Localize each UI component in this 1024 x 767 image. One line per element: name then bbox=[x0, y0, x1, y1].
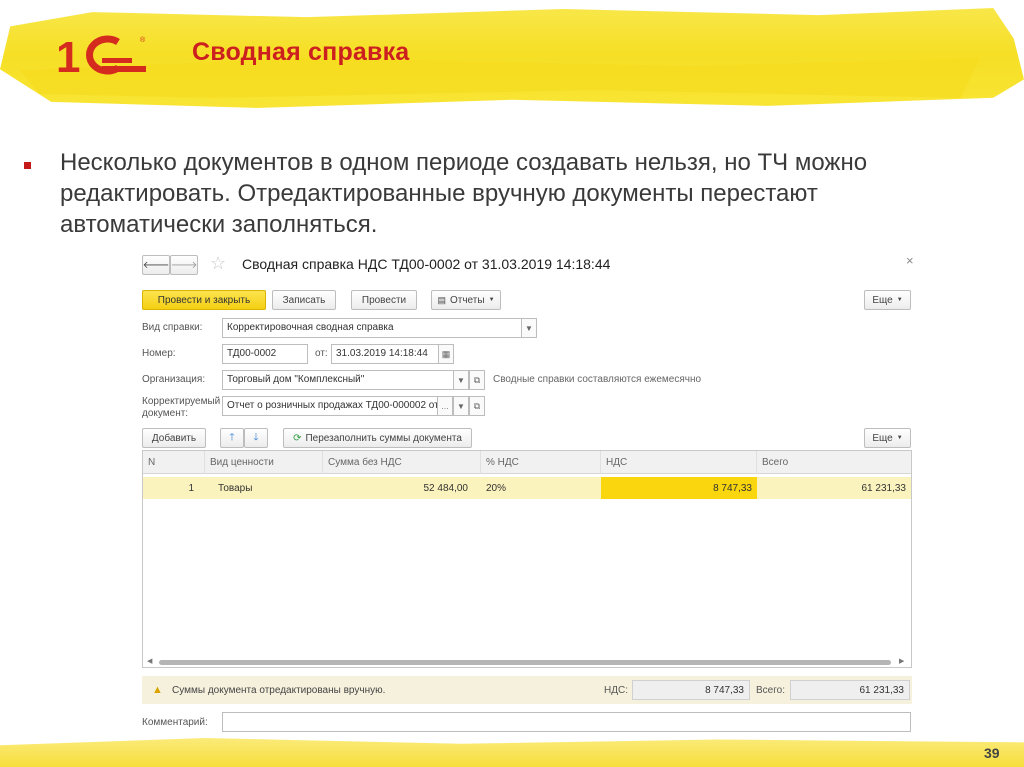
post-button[interactable]: Провести bbox=[351, 290, 417, 310]
chevron-down-icon: ▼ bbox=[488, 297, 495, 303]
document-form: 🡐 🡒 ☆ Сводная справка НДС ТД00-0002 от 3… bbox=[138, 248, 920, 738]
cell-n[interactable]: 1 bbox=[143, 477, 199, 499]
comment-label: Комментарий: bbox=[142, 717, 208, 728]
report-icon: ▤ bbox=[437, 294, 446, 305]
corr-dropdown-button[interactable]: ▼ bbox=[453, 396, 469, 416]
cell-sum-without-vat[interactable]: 52 484,00 bbox=[323, 477, 473, 499]
favorite-star-icon[interactable]: ☆ bbox=[210, 253, 226, 274]
cell-vat-rate[interactable]: 20% bbox=[481, 477, 601, 499]
warning-icon: ▲ bbox=[152, 684, 163, 696]
vat-total-label: НДС: bbox=[604, 685, 628, 696]
chevron-down-icon: ▼ bbox=[457, 401, 465, 411]
chevron-down-icon: ▼ bbox=[457, 375, 465, 385]
org-label: Организация: bbox=[142, 374, 206, 385]
grand-total-label: Всего: bbox=[756, 685, 785, 696]
refresh-icon: ⟳ bbox=[293, 432, 302, 444]
more-button[interactable]: Еще ▼ bbox=[864, 290, 911, 310]
chevron-down-icon: ▼ bbox=[896, 297, 903, 303]
vat-total-field: 8 747,33 bbox=[632, 680, 750, 700]
column-header[interactable]: % НДС bbox=[481, 451, 601, 474]
bullet-text: Несколько документов в одном периоде соз… bbox=[60, 149, 868, 238]
ellipsis-icon: … bbox=[441, 401, 449, 411]
cell-value-type[interactable]: Товары bbox=[213, 477, 323, 499]
corr-select-button[interactable]: … bbox=[437, 396, 453, 416]
calendar-button[interactable]: ▦ bbox=[438, 344, 454, 364]
type-field[interactable]: Корректировочная сводная справка bbox=[222, 318, 522, 338]
bullet-marker bbox=[24, 162, 31, 169]
column-header[interactable]: N bbox=[143, 451, 205, 474]
scroll-right-icon[interactable]: ▶ bbox=[899, 657, 904, 665]
chevron-down-icon: ▼ bbox=[525, 323, 533, 333]
page-number: 39 bbox=[984, 745, 1000, 761]
chevron-down-icon: ▼ bbox=[896, 435, 903, 441]
type-dropdown-button[interactable]: ▼ bbox=[521, 318, 537, 338]
org-field[interactable]: Торговый дом "Комплексный" bbox=[222, 370, 454, 390]
date-field[interactable]: 31.03.2019 14:18:44 bbox=[331, 344, 439, 364]
org-hint: Сводные справки составляются ежемесячно bbox=[493, 374, 702, 385]
corr-label-line1: Корректируемый bbox=[142, 396, 221, 407]
type-label: Вид справки: bbox=[142, 322, 203, 333]
status-bar: ▲ Суммы документа отредактированы вручну… bbox=[142, 676, 912, 704]
arrow-right-icon: 🡒 bbox=[170, 260, 198, 271]
items-table: N Вид ценности Сумма без НДС % НДС НДС В… bbox=[142, 450, 912, 668]
arrow-up-icon: 🡑 bbox=[229, 431, 235, 443]
org-dropdown-button[interactable]: ▼ bbox=[453, 370, 469, 390]
svg-text:1: 1 bbox=[56, 33, 80, 78]
forward-button[interactable]: 🡒 bbox=[170, 255, 198, 275]
horizontal-scrollbar[interactable]: ◀ ▶ bbox=[145, 657, 909, 667]
table-more-button[interactable]: Еще ▼ bbox=[864, 428, 911, 448]
add-row-button[interactable]: Добавить bbox=[142, 428, 206, 448]
back-button[interactable]: 🡐 bbox=[142, 255, 170, 275]
table-row[interactable]: 1 Товары 52 484,00 20% 8 747,33 61 231,3… bbox=[143, 477, 911, 499]
corr-label-line2: документ: bbox=[142, 408, 189, 419]
cell-vat[interactable]: 8 747,33 bbox=[601, 477, 757, 499]
calendar-icon: ▦ bbox=[441, 348, 451, 359]
nav-buttons: 🡐 🡒 bbox=[142, 255, 198, 275]
scroll-left-icon[interactable]: ◀ bbox=[147, 657, 152, 665]
table-header: N Вид ценности Сумма без НДС % НДС НДС В… bbox=[143, 451, 911, 474]
form-title: Сводная справка НДС ТД00-0002 от 31.03.2… bbox=[242, 256, 611, 272]
number-label: Номер: bbox=[142, 348, 176, 359]
corr-open-button[interactable]: ⧉ bbox=[469, 396, 485, 416]
number-field[interactable]: ТД00-0002 bbox=[222, 344, 308, 364]
scrollbar-thumb[interactable] bbox=[159, 660, 891, 665]
slide-title: Сводная справка bbox=[192, 38, 410, 66]
open-icon: ⧉ bbox=[473, 374, 481, 385]
title-highlight-stroke bbox=[20, 58, 980, 98]
footer-highlight bbox=[0, 738, 1024, 767]
1c-logo: 1 ® bbox=[56, 33, 146, 78]
reports-dropdown[interactable]: ▤ Отчеты ▼ bbox=[431, 290, 501, 310]
column-header[interactable]: Вид ценности bbox=[205, 451, 323, 474]
arrow-left-icon: 🡐 bbox=[142, 260, 170, 271]
grand-total-field: 61 231,33 bbox=[790, 680, 910, 700]
date-label: от: bbox=[315, 348, 328, 359]
cell-total[interactable]: 61 231,33 bbox=[757, 477, 911, 499]
open-icon: ⧉ bbox=[473, 400, 481, 411]
column-header[interactable]: Сумма без НДС bbox=[323, 451, 481, 474]
status-message: Суммы документа отредактированы вручную. bbox=[172, 685, 386, 696]
refill-sums-button[interactable]: ⟳ Перезаполнить суммы документа bbox=[283, 428, 472, 448]
column-header[interactable]: Всего bbox=[757, 451, 911, 474]
save-button[interactable]: Записать bbox=[272, 290, 336, 310]
arrow-down-icon: 🡓 bbox=[253, 431, 259, 443]
svg-text:®: ® bbox=[140, 36, 146, 44]
comment-field[interactable] bbox=[222, 712, 911, 732]
org-open-button[interactable]: ⧉ bbox=[469, 370, 485, 390]
move-down-button[interactable]: 🡓 bbox=[244, 428, 268, 448]
column-header[interactable]: НДС bbox=[601, 451, 757, 474]
close-icon[interactable]: × bbox=[906, 253, 914, 268]
post-and-close-button[interactable]: Провести и закрыть bbox=[142, 290, 266, 310]
corr-doc-field[interactable]: Отчет о розничных продажах ТД00-000002 о… bbox=[222, 396, 438, 416]
move-up-button[interactable]: 🡑 bbox=[220, 428, 244, 448]
